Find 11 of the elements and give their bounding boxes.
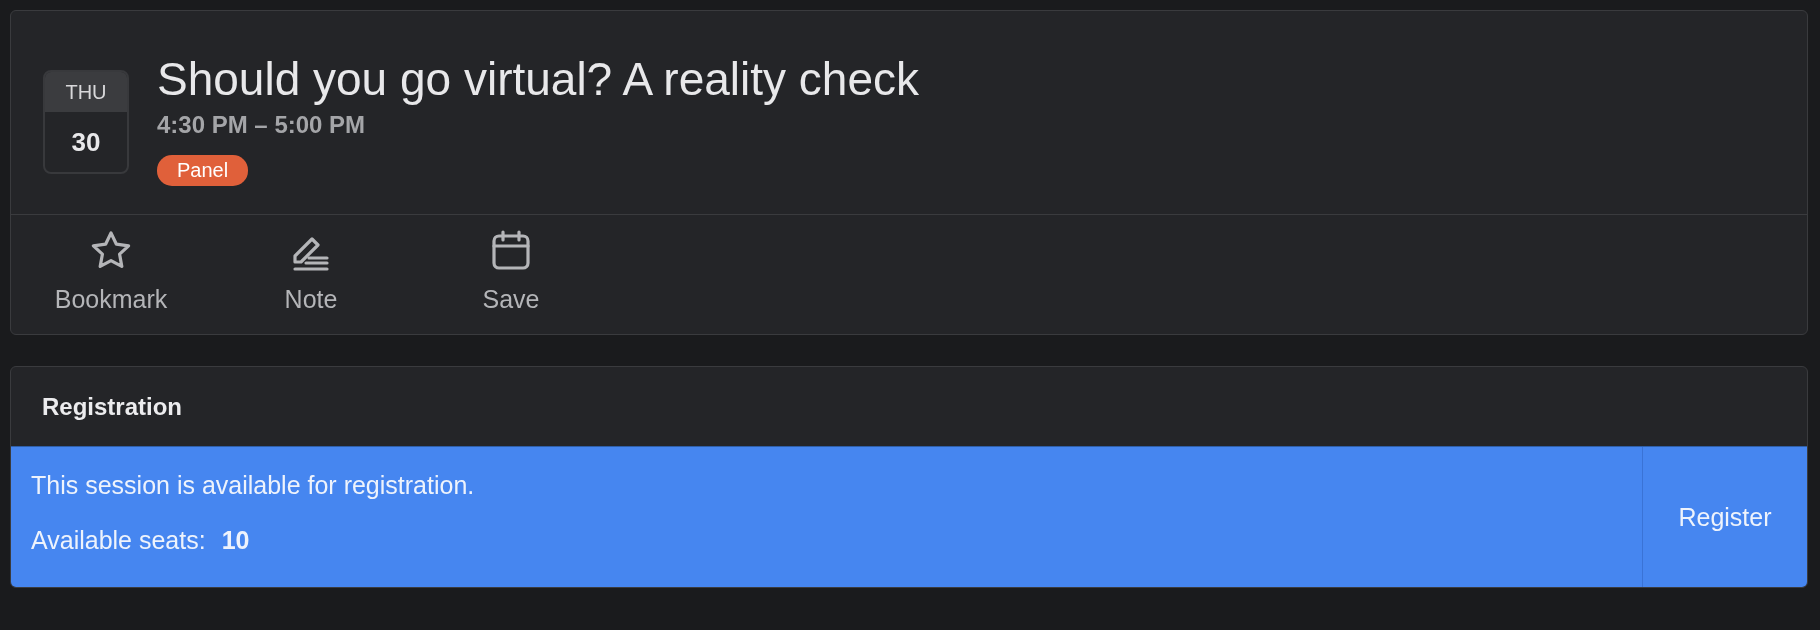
- seats-count: 10: [221, 526, 250, 556]
- availability-message: This session is available for registration.: [31, 471, 476, 501]
- day-number: 30: [70, 125, 102, 159]
- action-button[interactable]: Note: [211, 227, 411, 315]
- session-time: 4:30 PM – 5:00 PM: [157, 111, 367, 140]
- weekday: THU: [45, 72, 127, 112]
- action-button[interactable]: Bookmark: [11, 227, 211, 315]
- seats-label: Available seats:: [31, 526, 206, 556]
- session-tag: Panel: [157, 155, 249, 187]
- action-button[interactable]: Save: [411, 227, 611, 315]
- session-title: Should you go virtual? A reality check: [157, 52, 919, 107]
